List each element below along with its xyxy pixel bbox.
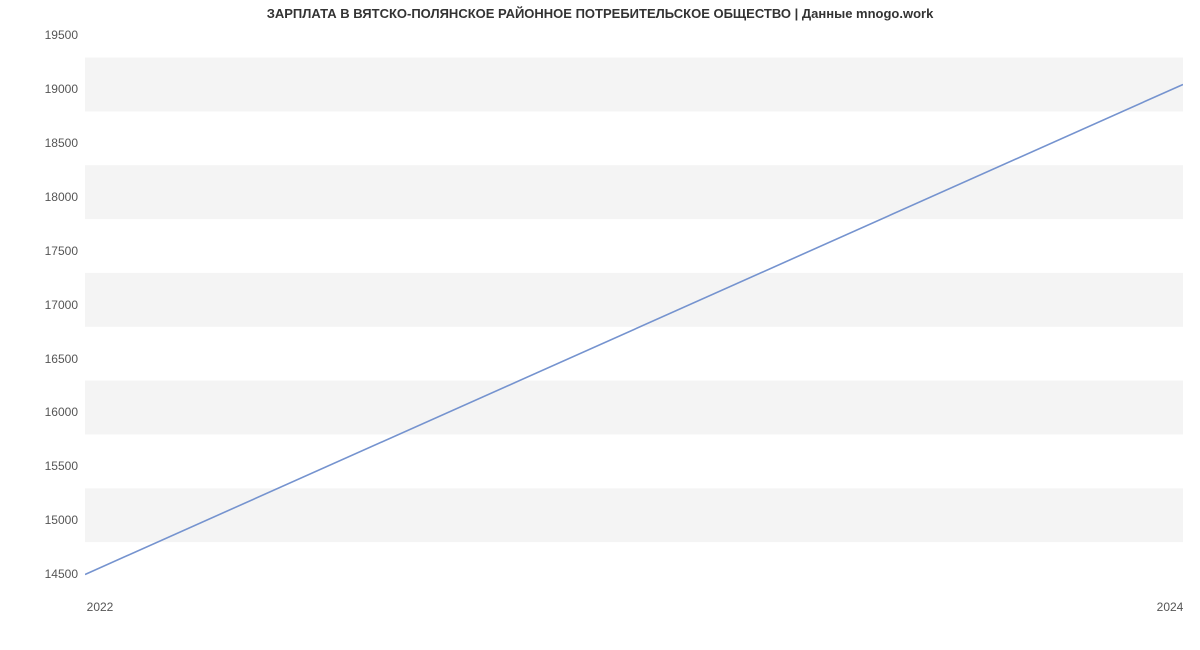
x-tick-label: 2022 [87, 600, 114, 614]
y-tick-label: 18000 [8, 190, 78, 204]
y-tick-label: 16500 [8, 352, 78, 366]
y-tick-label: 17000 [8, 298, 78, 312]
chart-container: ЗАРПЛАТА В ВЯТСКО-ПОЛЯНСКОЕ РАЙОННОЕ ПОТ… [0, 0, 1200, 650]
plot-area [85, 36, 1183, 596]
y-tick-label: 17500 [8, 244, 78, 258]
y-tick-label: 15500 [8, 459, 78, 473]
y-tick-label: 19500 [8, 28, 78, 42]
y-tick-label: 14500 [8, 567, 78, 581]
y-tick-label: 18500 [8, 136, 78, 150]
y-tick-label: 16000 [8, 405, 78, 419]
chart-title: ЗАРПЛАТА В ВЯТСКО-ПОЛЯНСКОЕ РАЙОННОЕ ПОТ… [0, 6, 1200, 21]
y-tick-label: 15000 [8, 513, 78, 527]
y-tick-label: 19000 [8, 82, 78, 96]
x-tick-label: 2024 [1157, 600, 1184, 614]
